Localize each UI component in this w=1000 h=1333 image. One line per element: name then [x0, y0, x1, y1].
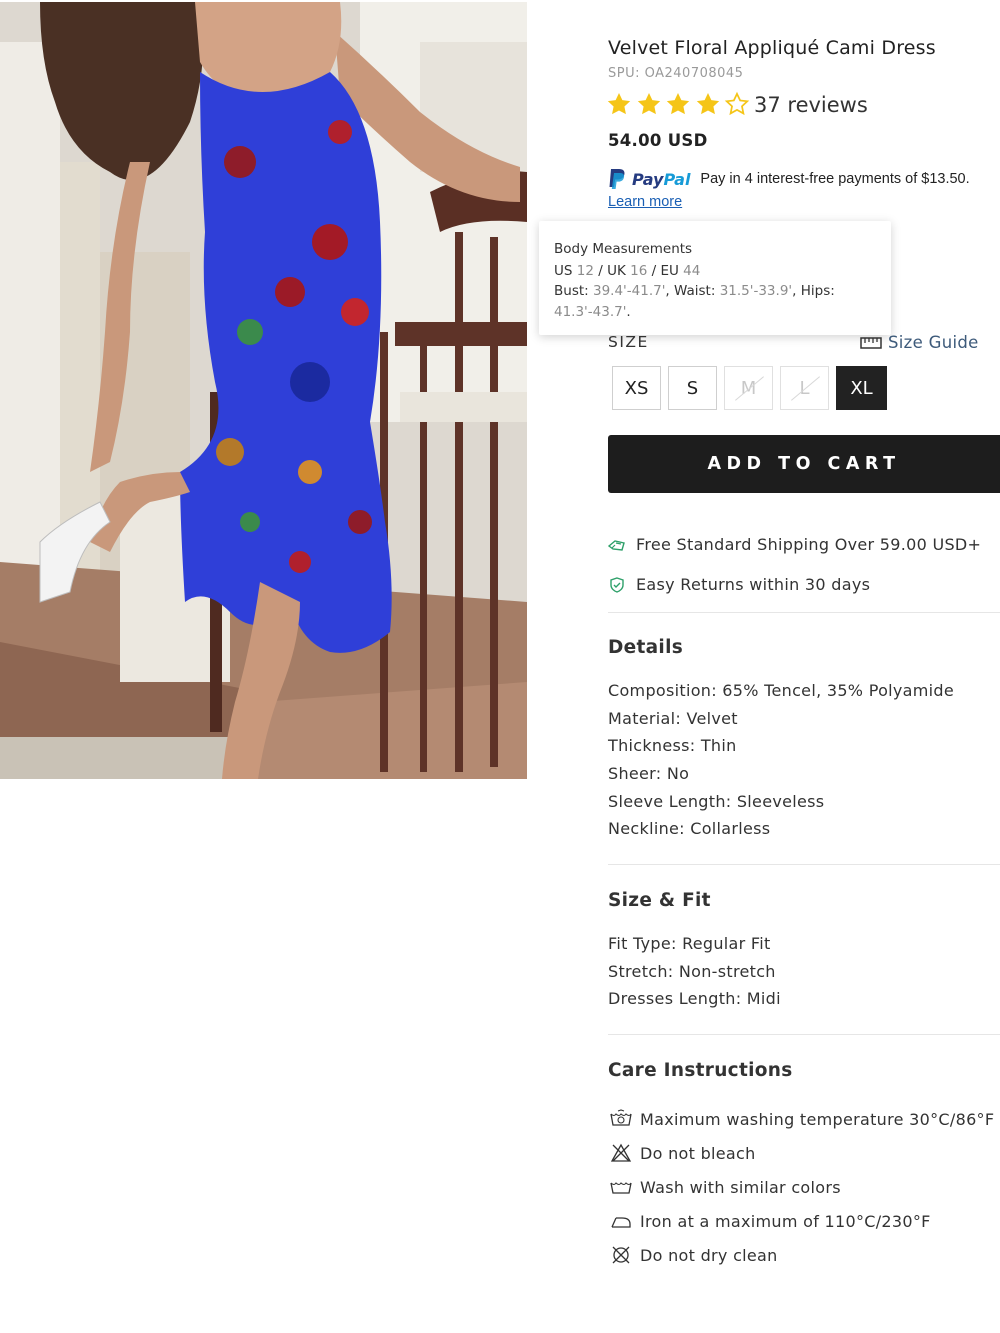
- add-to-cart-button[interactable]: ADD TO CART: [608, 435, 1000, 493]
- paypal-learn-more-link[interactable]: Learn more: [608, 194, 682, 210]
- tooltip-size-conversion: US 12 / UK 16 / EU 44: [554, 262, 701, 279]
- star-empty-icon: [724, 91, 750, 116]
- paypal-logo-icon: [609, 169, 625, 189]
- product-title: Velvet Floral Appliqué Cami Dress: [608, 37, 936, 59]
- size-fit-item: Fit Type: Regular Fit: [608, 934, 771, 953]
- size-option-m[interactable]: M: [724, 366, 773, 410]
- care-item: Iron at a maximum of 110°C/230°F: [610, 1204, 994, 1238]
- size-fit-item: Dresses Length: Midi: [608, 989, 781, 1009]
- free-shipping-perk: Free Standard Shipping Over 59.00 USD+: [608, 535, 981, 554]
- wash-basin-icon: [610, 1182, 632, 1194]
- care-item: Do not dry clean: [610, 1238, 994, 1272]
- paypal-wordmark: PayPal: [632, 169, 691, 189]
- rating-stars[interactable]: [606, 91, 754, 117]
- shipping-truck-icon: [608, 539, 625, 551]
- shield-check-icon: [610, 576, 624, 593]
- star-full-icon: [666, 92, 690, 115]
- body-measurements-tooltip: Body Measurements US 12 / UK 16 / EU 44 …: [539, 221, 891, 335]
- ruler-icon: [860, 336, 882, 349]
- care-list: Maximum washing temperature 30°C/86°F Do…: [610, 1102, 994, 1272]
- product-image: [0, 2, 527, 779]
- no-bleach-icon: [610, 1143, 632, 1162]
- easy-returns-perk: Easy Returns within 30 days: [608, 575, 870, 594]
- size-fit-heading: Size & Fit: [608, 890, 711, 911]
- tooltip-measurements: Bust: 39.4'-41.7', Waist: 31.5'-33.9', H…: [554, 283, 835, 320]
- care-item: Wash with similar colors: [610, 1170, 994, 1204]
- no-dry-clean-icon: [612, 1246, 630, 1264]
- size-label: SIZE: [608, 333, 649, 351]
- details-list: Composition: 65% Tencel, 35% Polyamide M…: [608, 681, 954, 847]
- divider: [608, 864, 1000, 865]
- star-full-icon: [637, 92, 660, 115]
- details-item: Neckline: Collarless: [608, 819, 771, 839]
- product-spu: SPU: OA240708045: [608, 66, 744, 81]
- details-item: Sleeve Length: Sleeveless: [608, 791, 825, 811]
- size-guide-label: Size Guide: [888, 333, 979, 352]
- details-item: Composition: 65% Tencel, 35% Polyamide: [608, 681, 955, 700]
- details-heading: Details: [608, 637, 684, 658]
- size-guide-link[interactable]: Size Guide: [860, 333, 979, 352]
- wash-30-icon: [610, 1109, 632, 1126]
- iron-icon: [611, 1217, 631, 1228]
- divider: [608, 1034, 1000, 1035]
- size-fit-item: Stretch: Non-stretch: [608, 961, 776, 981]
- divider: [608, 612, 1000, 613]
- care-item: Maximum washing temperature 30°C/86°F: [610, 1102, 994, 1136]
- star-full-icon: [607, 92, 631, 115]
- size-option-xl[interactable]: XL: [836, 366, 887, 410]
- reviews-count[interactable]: 37 reviews: [754, 93, 868, 117]
- details-item: Thickness: Thin: [608, 736, 737, 756]
- star-full-icon: [696, 92, 719, 115]
- details-item: Sheer: No: [608, 764, 690, 784]
- size-option-l[interactable]: L: [780, 366, 829, 410]
- paypal-message: PayPal Pay in 4 interest-free payments o…: [608, 168, 970, 190]
- size-option-s[interactable]: S: [668, 366, 717, 410]
- size-option-xs[interactable]: XS: [612, 366, 661, 410]
- tooltip-title: Body Measurements: [554, 241, 693, 257]
- paypal-installments-text: Pay in 4 interest-free payments of $13.5…: [700, 171, 970, 187]
- product-price: 54.00 USD: [608, 131, 708, 150]
- care-heading: Care Instructions: [608, 1060, 793, 1081]
- care-item: Do not bleach: [610, 1136, 994, 1170]
- size-fit-list: Fit Type: Regular Fit Stretch: Non-stret…: [608, 934, 781, 1017]
- size-options: XS S M L XL: [612, 366, 894, 410]
- details-item: Material: Velvet: [608, 708, 738, 728]
